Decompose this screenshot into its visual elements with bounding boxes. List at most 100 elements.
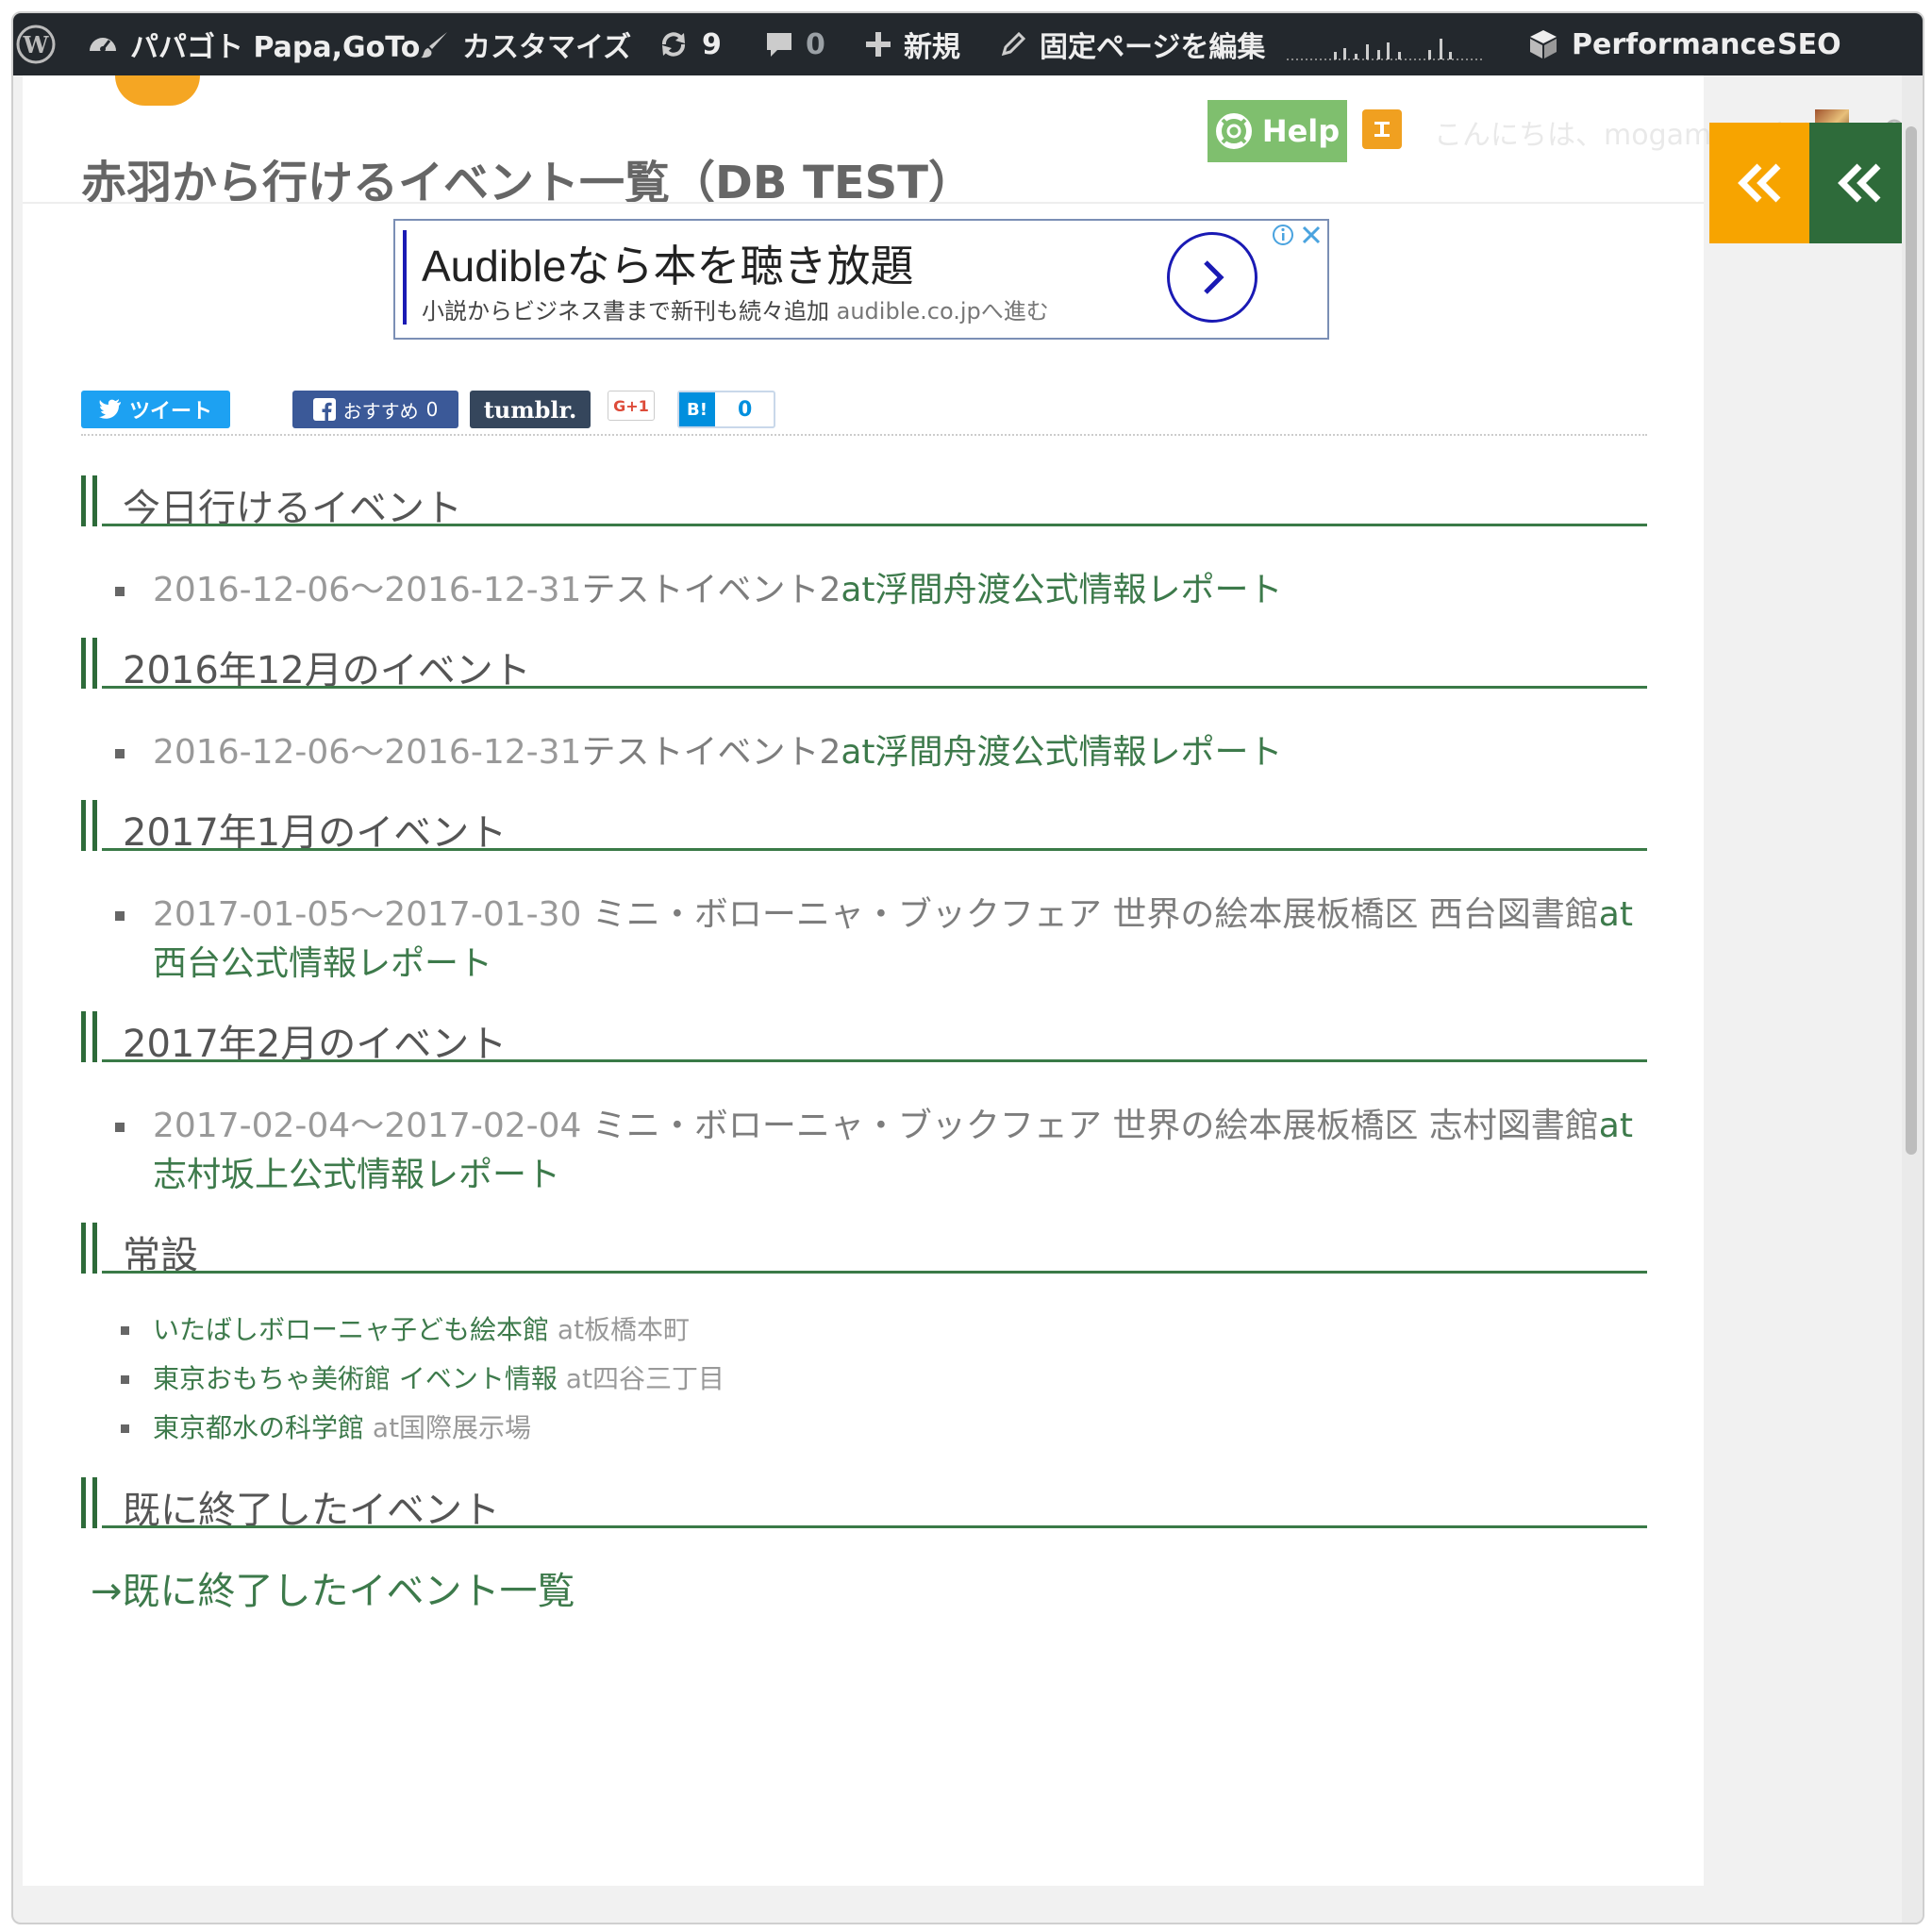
browser-frame: W パパゴト Papa,GoTo カスタマイズ 9 0 新規 固定ページを編集: [11, 11, 1924, 1924]
heading-bars: [81, 1011, 102, 1062]
pencil-icon: [1001, 31, 1026, 57]
facebook-recommend-button[interactable]: おすすめ 0: [292, 391, 458, 428]
ad-close-icon[interactable]: [1299, 223, 1324, 247]
ad-info-icon[interactable]: [1271, 223, 1295, 247]
chevron-right-icon: [1204, 260, 1224, 294]
hatena-count: 0: [738, 397, 753, 422]
seo-label: SEO: [1777, 27, 1841, 61]
ad-url[interactable]: audible.co.jpへ進む: [837, 298, 1049, 325]
venue-location: at板橋本町: [549, 1314, 691, 1345]
right-sidebar: [1704, 75, 1902, 1887]
section-heading-today: 今日行けるイベント: [81, 475, 1647, 530]
event-name: ミニ・ボローニャ・ブックフェア 世界の絵本展板橋区 志村図書館: [581, 1107, 1599, 1145]
ad-accent-bar: [403, 230, 407, 325]
ad-title[interactable]: Audibleなら本を聴き放題: [422, 232, 913, 294]
comments-menu[interactable]: 0: [764, 13, 825, 75]
event-entry: 2016-12-06〜2016-12-31テストイベント2at浮間舟渡公式情報レ…: [153, 728, 1643, 777]
list-item: 東京都水の科学館 at国際展示場: [121, 1409, 1649, 1447]
heading-underline: [102, 524, 1647, 526]
section-heading-jan2017: 2017年1月のイベント: [81, 800, 1647, 855]
wordpress-logo-icon[interactable]: W: [15, 13, 57, 75]
double-chevron-left-icon: [1838, 163, 1881, 203]
section-heading-ended: 既に終了したイベント: [81, 1477, 1647, 1532]
venue-entry: 東京都水の科学館 at国際展示場: [153, 1409, 1649, 1447]
heading-bars: [81, 1223, 102, 1274]
site-name-label: パパゴト Papa,GoTo: [130, 31, 421, 64]
sidebar-toggle-orange[interactable]: [1709, 123, 1809, 243]
performance-cube-icon: [1530, 30, 1557, 58]
heading-underline: [102, 848, 1647, 851]
heading-underline: [102, 1271, 1647, 1274]
heading-underline: [102, 1525, 1647, 1528]
traffic-sparkline[interactable]: [1287, 13, 1483, 75]
facebook-count: 0: [425, 398, 439, 421]
section-heading-dec2016: 2016年12月のイベント: [81, 638, 1647, 692]
customize-menu[interactable]: カスタマイズ: [419, 13, 631, 75]
google-plus-button[interactable]: G+1: [608, 391, 655, 421]
ad-go-button[interactable]: [1167, 232, 1257, 323]
venue-link[interactable]: 東京都水の科学館: [153, 1412, 364, 1443]
heading-bars: [81, 638, 102, 689]
event-entry: 2017-02-04〜2017-02-04 ミニ・ボローニャ・ブックフェア 世界…: [153, 1102, 1643, 1200]
plus-icon: [866, 32, 891, 57]
list-item: 2016-12-06〜2016-12-31テストイベント2at浮間舟渡公式情報レ…: [115, 566, 1643, 615]
event-link[interactable]: at浮間舟渡公式情報レポート: [841, 733, 1282, 772]
google-plus-label: G+1: [613, 396, 649, 415]
event-name: テストイベント2: [581, 571, 841, 609]
facebook-icon: [312, 398, 336, 421]
ad-banner[interactable]: Audibleなら本を聴き放題 小説からビジネス書まで新刊も続々追加 audib…: [393, 219, 1329, 340]
section-heading-feb2017: 2017年2月のイベント: [81, 1011, 1647, 1066]
content-panel: [23, 112, 1704, 1886]
site-name-menu[interactable]: パパゴト Papa,GoTo: [87, 13, 420, 75]
heading-bars: [81, 475, 102, 526]
help-button[interactable]: Help: [1208, 100, 1347, 162]
heading-bars: [81, 800, 102, 851]
edit-page-menu[interactable]: 固定ページを編集: [998, 13, 1265, 75]
double-chevron-left-icon: [1738, 163, 1781, 203]
ad-description: 小説からビジネス書まで新刊も続々追加 audible.co.jpへ進む: [422, 292, 1049, 325]
list-item: 2017-01-05〜2017-01-30 ミニ・ボローニャ・ブックフェア 世界…: [115, 891, 1643, 989]
event-link[interactable]: at浮間舟渡公式情報レポート: [841, 571, 1282, 609]
hatena-bookmark-button[interactable]: B! 0: [677, 391, 775, 428]
seo-menu[interactable]: SEO: [1777, 13, 1841, 75]
sidebar-toggle-green[interactable]: [1809, 123, 1909, 243]
admin-bar: W パパゴト Papa,GoTo カスタマイズ 9 0 新規 固定ページを編集: [13, 13, 1923, 75]
social-divider: [81, 434, 1647, 436]
event-date: 2017-01-05〜2017-01-30: [153, 895, 582, 934]
venue-link[interactable]: 東京おもちゃ美術館 イベント情報: [153, 1363, 558, 1394]
hatena-label: B!: [679, 392, 715, 426]
list-item: 東京おもちゃ美術館 イベント情報 at四谷三丁目: [121, 1360, 1649, 1398]
event-name: テストイベント2: [581, 733, 841, 772]
comments-count: 0: [806, 27, 825, 61]
ended-events-link[interactable]: →既に終了したイベント一覧: [91, 1560, 575, 1615]
updates-menu[interactable]: 9: [657, 13, 722, 75]
social-share-bar: ツイート おすすめ 0 tumblr. G+1 B! 0: [81, 391, 1647, 434]
venue-link[interactable]: いたばしボローニャ子ども絵本館: [153, 1314, 549, 1345]
scrollbar-thumb[interactable]: [1906, 126, 1917, 1155]
tumblr-label: tumblr.: [483, 395, 577, 424]
title-divider: [23, 202, 1704, 204]
venue-entry: 東京おもちゃ美術館 イベント情報 at四谷三丁目: [153, 1360, 1649, 1398]
event-date: 2016-12-06〜2016-12-31: [153, 733, 582, 772]
list-item: いたばしボローニャ子ども絵本館 at板橋本町: [121, 1311, 1649, 1349]
venue-location: at四谷三丁目: [557, 1363, 724, 1394]
event-entry: 2016-12-06〜2016-12-31テストイベント2at浮間舟渡公式情報レ…: [153, 566, 1643, 615]
tumblr-button[interactable]: tumblr.: [470, 391, 591, 428]
lifebuoy-icon: [1215, 113, 1252, 149]
new-content-menu[interactable]: 新規: [864, 13, 960, 75]
venue-location: at国際展示場: [364, 1412, 532, 1443]
twitter-bird-icon: [98, 399, 121, 419]
edit-page-label: 固定ページを編集: [1040, 31, 1266, 64]
content-panel-top: [23, 75, 1704, 113]
list-item: 2017-02-04〜2017-02-04 ミニ・ボローニャ・ブックフェア 世界…: [115, 1102, 1643, 1200]
customize-label: カスタマイズ: [462, 31, 632, 64]
tweet-label: ツイート: [128, 400, 212, 424]
updates-count: 9: [702, 27, 722, 61]
dashboard-icon: [90, 38, 116, 52]
performance-menu[interactable]: Performance: [1526, 13, 1776, 75]
tweet-button[interactable]: ツイート: [81, 391, 230, 428]
heading-underline: [102, 686, 1647, 689]
section-heading-permanent: 常設: [81, 1223, 1647, 1277]
tool-icon[interactable]: [1362, 109, 1402, 149]
ad-controls: [1271, 223, 1324, 247]
